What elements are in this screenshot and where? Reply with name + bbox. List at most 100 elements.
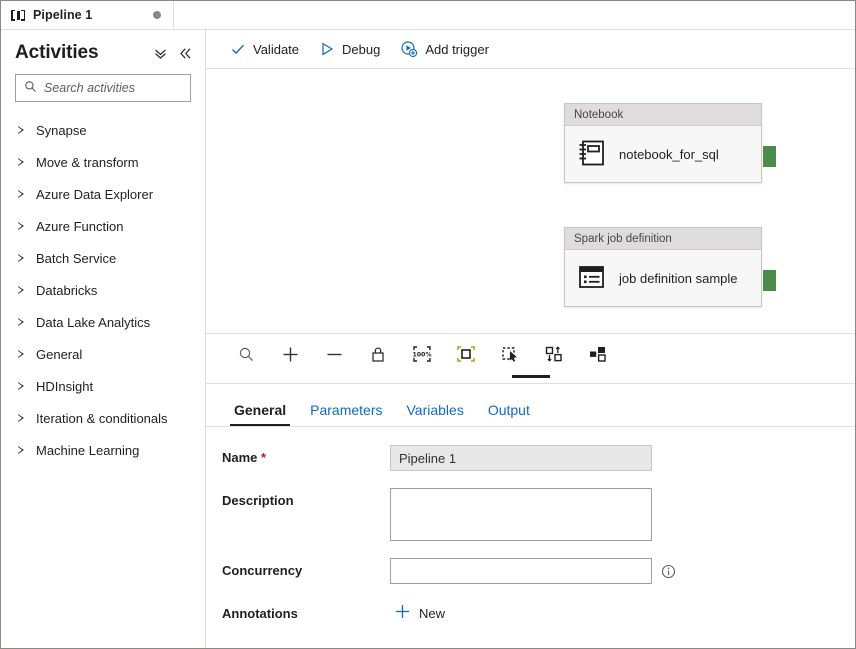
sidebar-item-general[interactable]: General <box>1 338 205 370</box>
debug-button[interactable]: Debug <box>309 35 390 63</box>
info-circle-icon[interactable] <box>661 564 676 579</box>
sidebar-item-label: Azure Function <box>36 218 124 234</box>
tab-variables[interactable]: Variables <box>395 402 476 426</box>
sidebar-item-hdinsight[interactable]: HDInsight <box>1 370 205 402</box>
document-tab-strip: Pipeline 1 <box>1 1 855 30</box>
pipeline-editor-window: Pipeline 1 Activities Search activities … <box>0 0 856 649</box>
sidebar-item-label: Synapse <box>36 122 87 138</box>
concurrency-label: Concurrency <box>222 563 303 578</box>
trigger-add-icon <box>400 40 418 58</box>
activity-output-port[interactable] <box>763 270 776 291</box>
tab-strip-empty-area <box>174 1 855 29</box>
debug-label: Debug <box>342 41 381 57</box>
tab-parameters[interactable]: Parameters <box>298 402 394 426</box>
activities-search-wrapper <box>1 72 205 112</box>
activity-node-name: job definition sample <box>619 270 738 286</box>
sidebar-item-databricks[interactable]: Databricks <box>1 274 205 306</box>
canvas-tool-bar: 100% <box>206 333 855 374</box>
pipeline-command-bar: Validate Debug Add trigger <box>206 30 855 69</box>
search-icon <box>24 80 37 96</box>
sidebar-item-machine-learning[interactable]: Machine Learning <box>1 434 205 466</box>
chevron-right-icon <box>17 349 26 360</box>
add-annotation-button[interactable]: New <box>390 601 449 625</box>
double-chevron-down-icon[interactable] <box>153 46 168 61</box>
form-row-concurrency: Concurrency <box>206 558 855 584</box>
chevron-right-icon <box>17 253 26 264</box>
chevron-right-icon <box>17 189 26 200</box>
sidebar-item-iteration-conditionals[interactable]: Iteration & conditionals <box>1 402 205 434</box>
play-triangle-icon <box>319 41 335 57</box>
zoom-in-icon[interactable] <box>268 339 312 369</box>
annotations-control: New <box>390 601 855 625</box>
activity-node-type: Notebook <box>565 104 761 126</box>
form-row-annotations: Annotations New <box>206 601 855 625</box>
sidebar-item-label: Data Lake Analytics <box>36 314 151 330</box>
activity-node-name: notebook_for_sql <box>619 146 719 162</box>
activity-output-port[interactable] <box>763 146 776 167</box>
activities-panel-header: Activities <box>1 30 205 72</box>
activities-panel-actions <box>153 46 193 61</box>
svg-text:100%: 100% <box>412 352 431 359</box>
pipeline-properties-pane: General Parameters Variables Output Name… <box>206 384 855 648</box>
auto-layout-icon[interactable] <box>576 339 620 369</box>
name-label: Name * <box>222 445 390 465</box>
activity-node-type: Spark job definition <box>565 228 761 250</box>
activity-node-spark-job-definition[interactable]: Spark job definition job definition samp… <box>564 227 776 307</box>
double-chevron-left-icon[interactable] <box>178 46 193 61</box>
add-trigger-button[interactable]: Add trigger <box>390 35 499 63</box>
sidebar-item-label: Iteration & conditionals <box>36 410 168 426</box>
properties-tab-list: General Parameters Variables Output <box>206 384 855 427</box>
description-textarea[interactable] <box>390 488 652 541</box>
tab-output[interactable]: Output <box>476 402 542 426</box>
validate-label: Validate <box>253 41 300 57</box>
fit-to-screen-icon[interactable] <box>444 339 488 369</box>
pipeline-canvas[interactable]: Notebook notebook_for_sql Spark job defi… <box>206 69 855 333</box>
chevron-right-icon <box>17 285 26 296</box>
spark-job-definition-icon <box>575 261 607 296</box>
chevron-right-icon <box>17 125 26 136</box>
activity-node-body: notebook_for_sql <box>565 126 761 182</box>
sidebar-item-batch-service[interactable]: Batch Service <box>1 242 205 274</box>
unsaved-changes-dot-icon <box>153 11 161 19</box>
zoom-100-percent-icon[interactable]: 100% <box>400 339 444 369</box>
activity-node-notebook[interactable]: Notebook notebook_for_sql <box>564 103 776 183</box>
document-tab-pipeline-1[interactable]: Pipeline 1 <box>1 1 174 29</box>
sidebar-item-label: Machine Learning <box>36 442 140 458</box>
name-input[interactable] <box>390 445 652 471</box>
sidebar-item-label: Azure Data Explorer <box>36 186 154 202</box>
tab-general[interactable]: General <box>222 402 298 426</box>
checkmark-icon <box>230 41 246 57</box>
lock-icon[interactable] <box>356 339 400 369</box>
sidebar-item-synapse[interactable]: Synapse <box>1 114 205 146</box>
plus-icon <box>394 603 411 623</box>
sidebar-item-label: General <box>36 346 83 362</box>
form-row-description: Description <box>206 488 855 541</box>
activity-category-list: Synapse Move & transform Azure Data Expl… <box>1 112 205 648</box>
sidebar-item-azure-function[interactable]: Azure Function <box>1 210 205 242</box>
sidebar-item-azure-data-explorer[interactable]: Azure Data Explorer <box>1 178 205 210</box>
sidebar-item-label: Databricks <box>36 282 98 298</box>
search-box[interactable] <box>15 74 191 102</box>
form-row-name: Name * <box>206 445 855 471</box>
concurrency-input[interactable] <box>390 558 652 584</box>
description-control <box>390 488 855 541</box>
panel-splitter[interactable] <box>206 374 855 384</box>
auto-align-icon[interactable] <box>532 339 576 369</box>
add-trigger-label: Add trigger <box>425 41 489 57</box>
add-annotation-label: New <box>419 605 446 621</box>
sidebar-item-move-transform[interactable]: Move & transform <box>1 146 205 178</box>
description-label: Description <box>222 493 294 508</box>
splitter-grip[interactable] <box>511 375 550 378</box>
pipeline-icon <box>11 9 25 21</box>
name-label-text: Name <box>222 450 258 465</box>
validate-button[interactable]: Validate <box>220 35 309 63</box>
marquee-select-icon[interactable] <box>488 339 532 369</box>
general-form: Name * Description Co <box>206 427 855 648</box>
zoom-out-icon[interactable] <box>312 339 356 369</box>
required-marker: * <box>261 450 267 465</box>
activity-node-body: job definition sample <box>565 250 761 306</box>
chevron-right-icon <box>17 445 26 456</box>
sidebar-item-data-lake-analytics[interactable]: Data Lake Analytics <box>1 306 205 338</box>
zoom-search-icon[interactable] <box>224 339 268 369</box>
search-input[interactable] <box>44 81 182 95</box>
